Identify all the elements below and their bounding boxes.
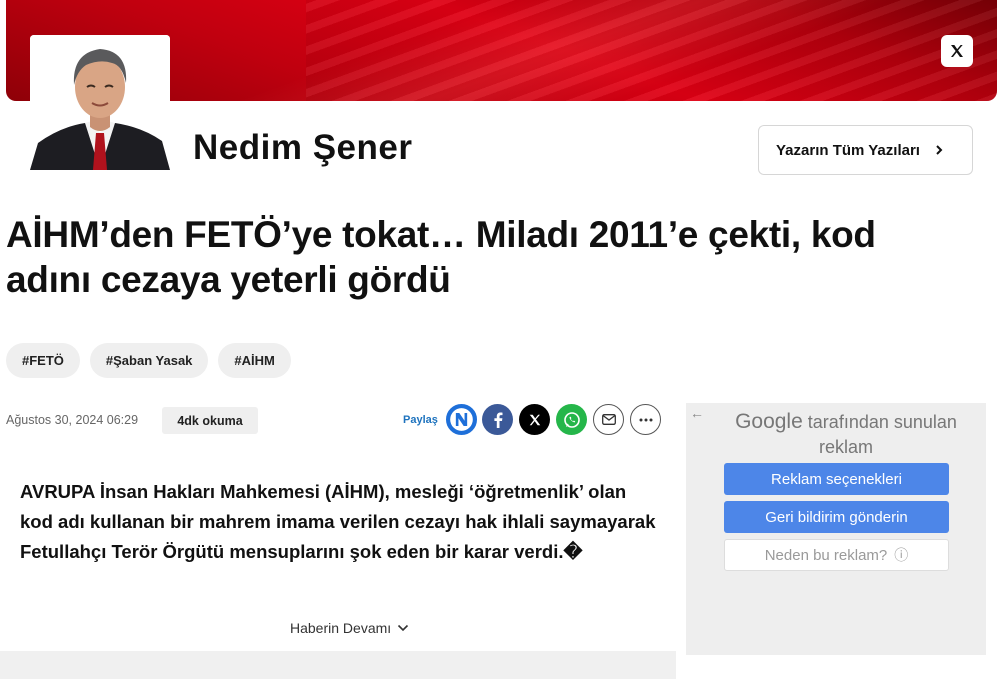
x-icon xyxy=(529,414,540,425)
ad-heading-text: tarafından sunulan reklam xyxy=(807,412,957,457)
tag-aihm[interactable]: #AİHM xyxy=(218,343,291,378)
read-time-badge: 4dk okuma xyxy=(162,407,258,434)
facebook-share-button[interactable] xyxy=(482,404,513,435)
email-icon xyxy=(601,414,616,425)
ad-panel: ← Google tarafından sunulan reklam Rekla… xyxy=(686,403,986,655)
publish-date: Ağustos 30, 2024 06:29 xyxy=(6,413,139,427)
x-profile-button[interactable] xyxy=(941,35,973,67)
read-more-label: Haberin Devamı xyxy=(290,620,392,636)
all-posts-button[interactable]: Yazarın Tüm Yazıları xyxy=(758,125,973,175)
ad-feedback-button[interactable]: Geri bildirim gönderin xyxy=(724,501,949,533)
facebook-icon xyxy=(493,412,502,428)
news-share-button[interactable] xyxy=(446,404,477,435)
content-divider-strip xyxy=(0,651,676,679)
email-share-button[interactable] xyxy=(593,404,624,435)
all-posts-label: Yazarın Tüm Yazıları xyxy=(776,141,920,159)
x-logo-icon xyxy=(951,45,963,57)
google-logo-text: Google xyxy=(735,410,803,433)
tag-list: #FETÖ #Şaban Yasak #AİHM xyxy=(6,343,291,378)
more-icon xyxy=(639,418,652,421)
why-this-ad-button[interactable]: Neden bu reklam? ⓘ xyxy=(724,539,949,571)
author-name[interactable]: Nedim Şener xyxy=(193,128,412,168)
ad-options-button[interactable]: Reklam seçenekleri xyxy=(724,463,949,495)
ad-back-arrow-icon[interactable]: ← xyxy=(690,405,704,421)
tag-feto[interactable]: #FETÖ xyxy=(6,343,80,378)
more-share-button[interactable] xyxy=(630,404,661,435)
tag-saban-yasak[interactable]: #Şaban Yasak xyxy=(89,343,209,378)
info-icon: ⓘ xyxy=(894,547,909,563)
whatsapp-share-button[interactable] xyxy=(556,404,587,435)
read-more-button[interactable]: Haberin Devamı xyxy=(290,620,409,636)
article-headline: AİHM’den FETÖ’ye tokat… Miladı 2011’e çe… xyxy=(6,214,876,300)
article-lead: AVRUPA İnsan Hakları Mahkemesi (AİHM), m… xyxy=(20,481,656,562)
why-this-ad-label: Neden bu reklam? xyxy=(764,546,888,564)
chevron-right-icon xyxy=(936,145,943,155)
share-label: Paylaş xyxy=(403,414,438,426)
news-n-icon xyxy=(450,408,473,431)
author-avatar[interactable] xyxy=(30,35,170,170)
whatsapp-icon xyxy=(563,411,580,428)
author-photo xyxy=(30,35,170,170)
x-share-button[interactable] xyxy=(519,404,550,435)
ad-heading: Google tarafından sunulan reklam xyxy=(716,409,976,460)
chevron-down-icon xyxy=(398,624,409,632)
